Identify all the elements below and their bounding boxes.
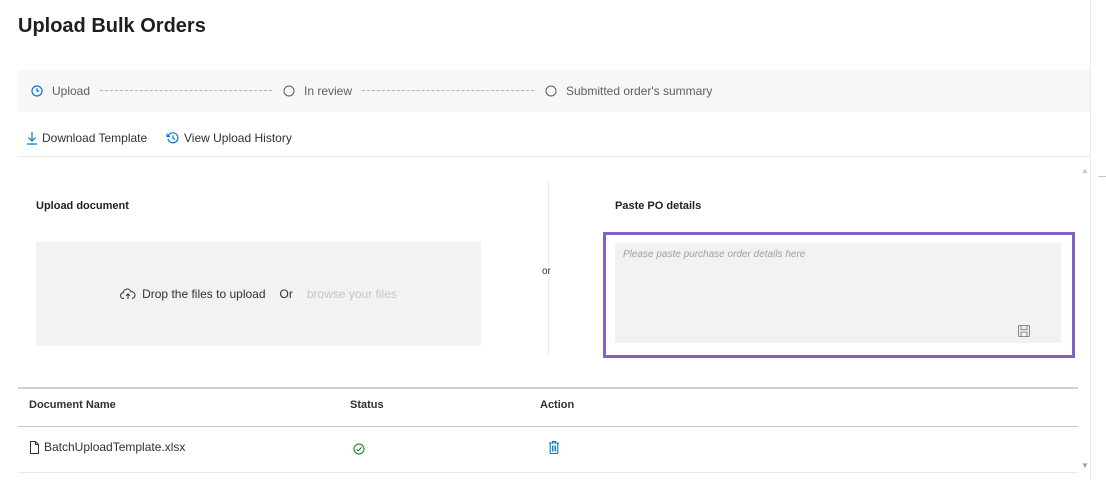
drop-files-text: Drop the files to upload [142, 287, 266, 301]
step-in-review[interactable]: In review [282, 70, 352, 112]
circle-icon [544, 84, 558, 98]
or-separator-label: or [542, 264, 551, 279]
file-dropzone[interactable]: Drop the files to upload Or browse your … [36, 242, 481, 346]
download-icon [26, 131, 38, 145]
upload-document-title: Upload document [36, 200, 129, 212]
cloud-upload-icon [120, 288, 136, 300]
status-cell [353, 443, 365, 455]
action-cell [548, 440, 560, 455]
step-connector [100, 90, 272, 91]
step-label: Submitted order's summary [566, 84, 713, 98]
circle-icon [282, 84, 296, 98]
scroll-up-arrow[interactable]: ▲ [1081, 166, 1089, 175]
column-header-status[interactable]: Status [350, 399, 384, 411]
view-upload-history-label: View Upload History [184, 131, 292, 145]
column-header-document-name[interactable]: Document Name [29, 399, 116, 411]
table-header-border [18, 426, 1078, 427]
view-upload-history-button[interactable]: View Upload History [166, 128, 292, 148]
paste-po-title: Paste PO details [615, 200, 702, 212]
page-title: Upload Bulk Orders [18, 15, 206, 37]
scrollbar[interactable] [1090, 0, 1106, 480]
scroll-down-arrow[interactable]: ▼ [1081, 461, 1089, 470]
success-check-icon [353, 443, 365, 455]
clock-icon [30, 84, 44, 98]
browse-files-link[interactable]: browse your files [307, 287, 397, 301]
paste-po-textarea[interactable] [615, 243, 1061, 343]
column-header-action[interactable]: Action [540, 399, 574, 411]
table-row-border [18, 472, 1078, 473]
step-label: Upload [52, 84, 91, 98]
history-icon [166, 131, 180, 145]
document-name-cell: BatchUploadTemplate.xlsx [29, 440, 185, 454]
or-text: Or [279, 287, 293, 301]
delete-icon[interactable] [548, 440, 560, 455]
document-name: BatchUploadTemplate.xlsx [44, 440, 186, 454]
toolbar-divider [18, 156, 1090, 157]
download-template-button[interactable]: Download Template [26, 128, 147, 148]
step-submitted-summary[interactable]: Submitted order's summary [544, 70, 712, 112]
scrollbar-thumb[interactable] [1098, 176, 1106, 177]
table-top-border [18, 387, 1078, 389]
step-label: In review [304, 84, 353, 98]
step-upload[interactable]: Upload [30, 70, 90, 112]
document-icon [29, 440, 40, 454]
save-icon[interactable] [1017, 324, 1031, 338]
download-template-label: Download Template [42, 131, 148, 145]
progress-stepper: Upload In review Submitted order's summa… [18, 70, 1090, 112]
step-connector [362, 90, 534, 91]
